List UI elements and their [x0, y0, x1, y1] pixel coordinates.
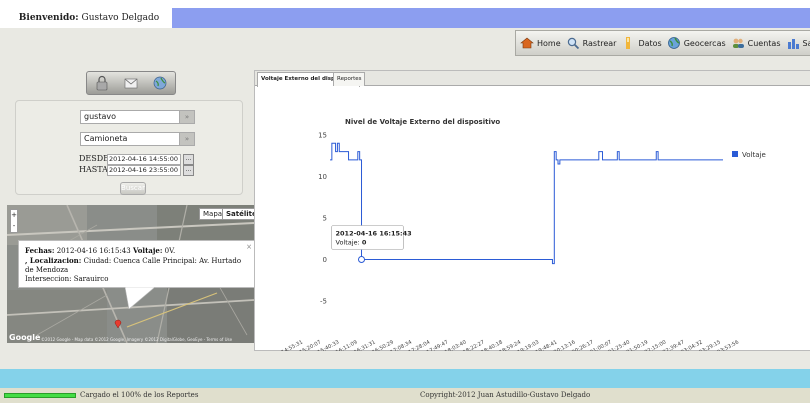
voltaje-value: 0V. [164, 247, 176, 255]
fechas-value: 2012-04-16 16:15:43 [56, 247, 131, 255]
localizacion-label: , Localizacion: [25, 256, 82, 265]
tab-strip: Voltaje Externo del dispositivo Reportes [255, 71, 810, 87]
desde-input[interactable]: 2012-04-16 14:55:00 [107, 154, 181, 165]
nav-geocercas[interactable]: Geocercas [667, 36, 726, 50]
search-icon [567, 37, 579, 50]
load-progress-text: Cargado el 100% de los Reportes [80, 391, 199, 399]
tooltip-value: Voltaje: 0 [336, 239, 367, 247]
popup-close-icon[interactable]: × [246, 243, 252, 252]
map-pin-icon[interactable] [114, 318, 122, 328]
user-name: Gustavo Delgado [81, 13, 160, 23]
hasta-label: HASTA [79, 165, 108, 174]
hasta-input[interactable]: 2012-04-16 23:55:00 [107, 165, 181, 176]
lock-icon[interactable] [94, 75, 110, 91]
google-logo: Google [9, 333, 41, 342]
footer-copyright: Copyright-2012 Juan Astudillo-Gustavo De… [420, 391, 591, 399]
map-info-popup: × Fechas: 2012-04-16 16:15:43 Voltaje: 0… [18, 240, 254, 288]
nav-cuentas-label: Cuentas [747, 38, 781, 48]
nav-geocercas-label: Geocercas [683, 38, 726, 48]
chart-icon [787, 39, 799, 49]
top-bar: Bienvenido: Gustavo Delgado [0, 0, 810, 28]
nav-cuentas[interactable]: Cuentas [731, 36, 781, 50]
desde-picker-button[interactable]: ... [183, 154, 194, 165]
y-tick-label: 5 [323, 215, 327, 223]
load-progress-bar [4, 393, 76, 398]
load-progress-fill [5, 394, 75, 397]
zoom-out-button[interactable]: - [11, 221, 17, 232]
header-band [172, 8, 810, 28]
home-icon [520, 37, 534, 49]
vehicle-select[interactable]: Camioneta [80, 132, 180, 146]
nav-rastrear-label: Rastrear [582, 38, 617, 48]
buscar-button[interactable]: Buscar [120, 182, 146, 195]
welcome-label: Bienvenido: [18, 13, 79, 23]
refresh-globe-icon[interactable] [152, 75, 168, 91]
users-icon [732, 38, 744, 48]
y-tick-label: -5 [320, 298, 327, 306]
nav-home[interactable]: Home [520, 36, 561, 50]
tooltip-date: 2012-04-16 16:15:43 [336, 230, 412, 238]
x-tick-label: 2012-04-16 14:55:31 [255, 339, 304, 351]
legend-swatch [732, 151, 738, 157]
y-tick-label: 0 [323, 256, 327, 264]
vehicle-select-arrow[interactable]: » [179, 132, 195, 146]
nav-salir-label: Sa [802, 38, 810, 48]
legend-label: Voltaje [742, 151, 766, 159]
mail-icon[interactable] [123, 75, 139, 91]
nav-rastrear[interactable]: Rastrear [566, 36, 617, 50]
report-panel: Voltaje Externo del dispositivo Reportes… [254, 70, 810, 351]
map-type-satelite[interactable]: Satélite [222, 208, 254, 220]
fechas-label: Fechas: [25, 246, 55, 255]
globe-icon [667, 37, 680, 49]
popup-line-localizacion: , Localizacion: Ciudad: Cuenca Calle Pri… [25, 256, 250, 275]
voltage-chart: Nivel de Voltaje Externo del dispositivo… [255, 118, 766, 351]
y-tick-label: 15 [318, 132, 327, 140]
map-view[interactable]: + - Mapa Satélite × Fechas: 2012-04-16 1… [7, 205, 254, 343]
user-select-arrow[interactable]: » [179, 110, 195, 124]
y-tick-label: 10 [318, 173, 327, 181]
tool-iconbar [86, 71, 176, 95]
popup-line-fechas: Fechas: 2012-04-16 16:15:43 Voltaje: 0V. [25, 246, 250, 256]
tab-reportes[interactable]: Reportes [333, 72, 366, 86]
footer: Cargado el 100% de los Reportes Copyrigh… [0, 388, 810, 403]
zoom-in-button[interactable]: + [11, 210, 17, 221]
nav-home-label: Home [537, 38, 561, 48]
popup-interseccion: Interseccion: Sarauirco [25, 275, 109, 283]
nav-datos[interactable]: Datos [621, 36, 662, 50]
chart-title: Nivel de Voltaje Externo del dispositivo [345, 118, 500, 126]
nav-salir[interactable]: Sa [786, 36, 810, 50]
nav-datos-label: Datos [638, 38, 662, 48]
map-zoom-control[interactable]: + - [10, 209, 18, 233]
data-icon [626, 37, 631, 49]
popup-tail [125, 287, 155, 309]
search-form: gustavo » Camioneta » DESDE 2012-04-16 1… [15, 100, 243, 195]
voltaje-label: Voltaje: [132, 246, 163, 255]
map-copyright: ©2012 Google - Map data ©2012 Google, Im… [41, 337, 233, 342]
hasta-picker-button[interactable]: ... [183, 165, 194, 176]
user-select[interactable]: gustavo [80, 110, 180, 124]
welcome-banner: Bienvenido: Gustavo Delgado [6, 8, 172, 28]
main-nav: Home Rastrear Datos Geocercas Cuentas Sa [515, 30, 810, 56]
desde-label: DESDE [79, 154, 109, 163]
tooltip-point [358, 256, 366, 263]
status-band [0, 369, 810, 388]
